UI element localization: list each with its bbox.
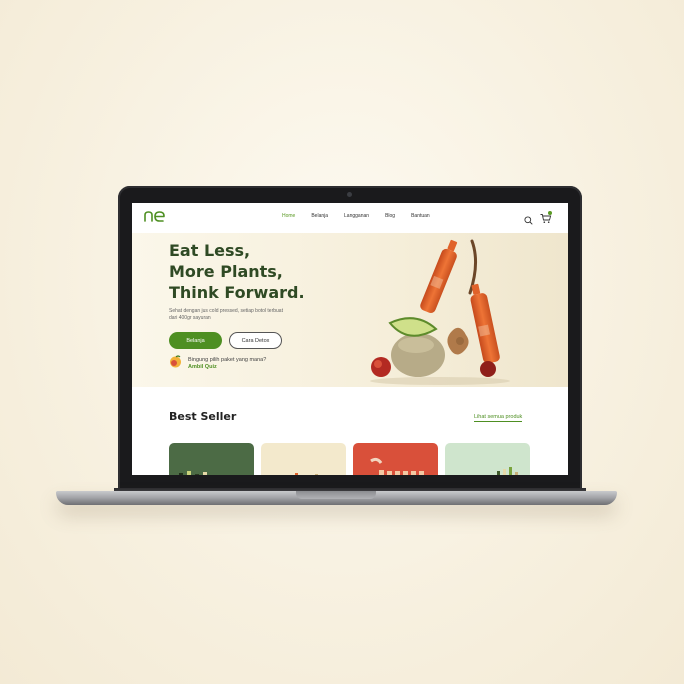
camera-icon [347, 192, 352, 197]
hero-title-line-1: Eat Less, [169, 241, 251, 260]
hero-section: Eat Less, More Plants, Think Forward. Se… [132, 233, 568, 387]
product-card[interactable] [261, 443, 346, 475]
best-seller-title: Best Seller [169, 410, 237, 423]
laptop-lid: Home Belanja Langganan Blog Bantuan Eat … [118, 186, 582, 492]
nav-links: Home Belanja Langganan Blog Bantuan [282, 213, 446, 219]
product-card[interactable] [445, 443, 530, 475]
product-image [295, 473, 318, 475]
product-card[interactable] [353, 443, 438, 475]
hero-title: Eat Less, More Plants, Think Forward. [169, 240, 339, 303]
cart-badge [548, 211, 552, 215]
navbar: Home Belanja Langganan Blog Bantuan [132, 203, 568, 233]
search-icon[interactable] [524, 212, 533, 230]
nav-link-langganan[interactable]: Langganan [344, 213, 369, 219]
nav-link-belanja[interactable]: Belanja [311, 213, 328, 219]
product-card[interactable] [169, 443, 254, 475]
nav-link-bantuan[interactable]: Bantuan [411, 213, 430, 219]
product-image [497, 467, 518, 475]
product-image [179, 471, 207, 475]
laptop-screen: Home Belanja Langganan Blog Bantuan Eat … [132, 203, 568, 475]
laptop-notch [296, 491, 376, 499]
hero-subtitle: Sehat dengan jus cold pressed, setiap bo… [169, 308, 283, 321]
nav-link-home[interactable]: Home [282, 213, 295, 219]
brand-logo[interactable] [144, 210, 166, 228]
product-image [370, 457, 424, 475]
see-all-products-link[interactable]: Lihat semua produk [474, 414, 523, 422]
shop-button[interactable]: Belanja [169, 332, 222, 349]
detox-guide-button[interactable]: Cara Detox [229, 332, 282, 349]
cart-icon[interactable] [540, 211, 552, 229]
hero-title-line-2: More Plants, [169, 262, 283, 281]
take-quiz-link[interactable]: Ambil Quiz [188, 364, 217, 370]
hero-title-line-3: Think Forward. [169, 283, 305, 302]
hero-product-image [370, 239, 510, 385]
quiz-avatar-icon [169, 355, 182, 368]
nav-link-blog[interactable]: Blog [385, 213, 395, 219]
quiz-question: Bingung pilih paket yang mana? [188, 357, 267, 363]
